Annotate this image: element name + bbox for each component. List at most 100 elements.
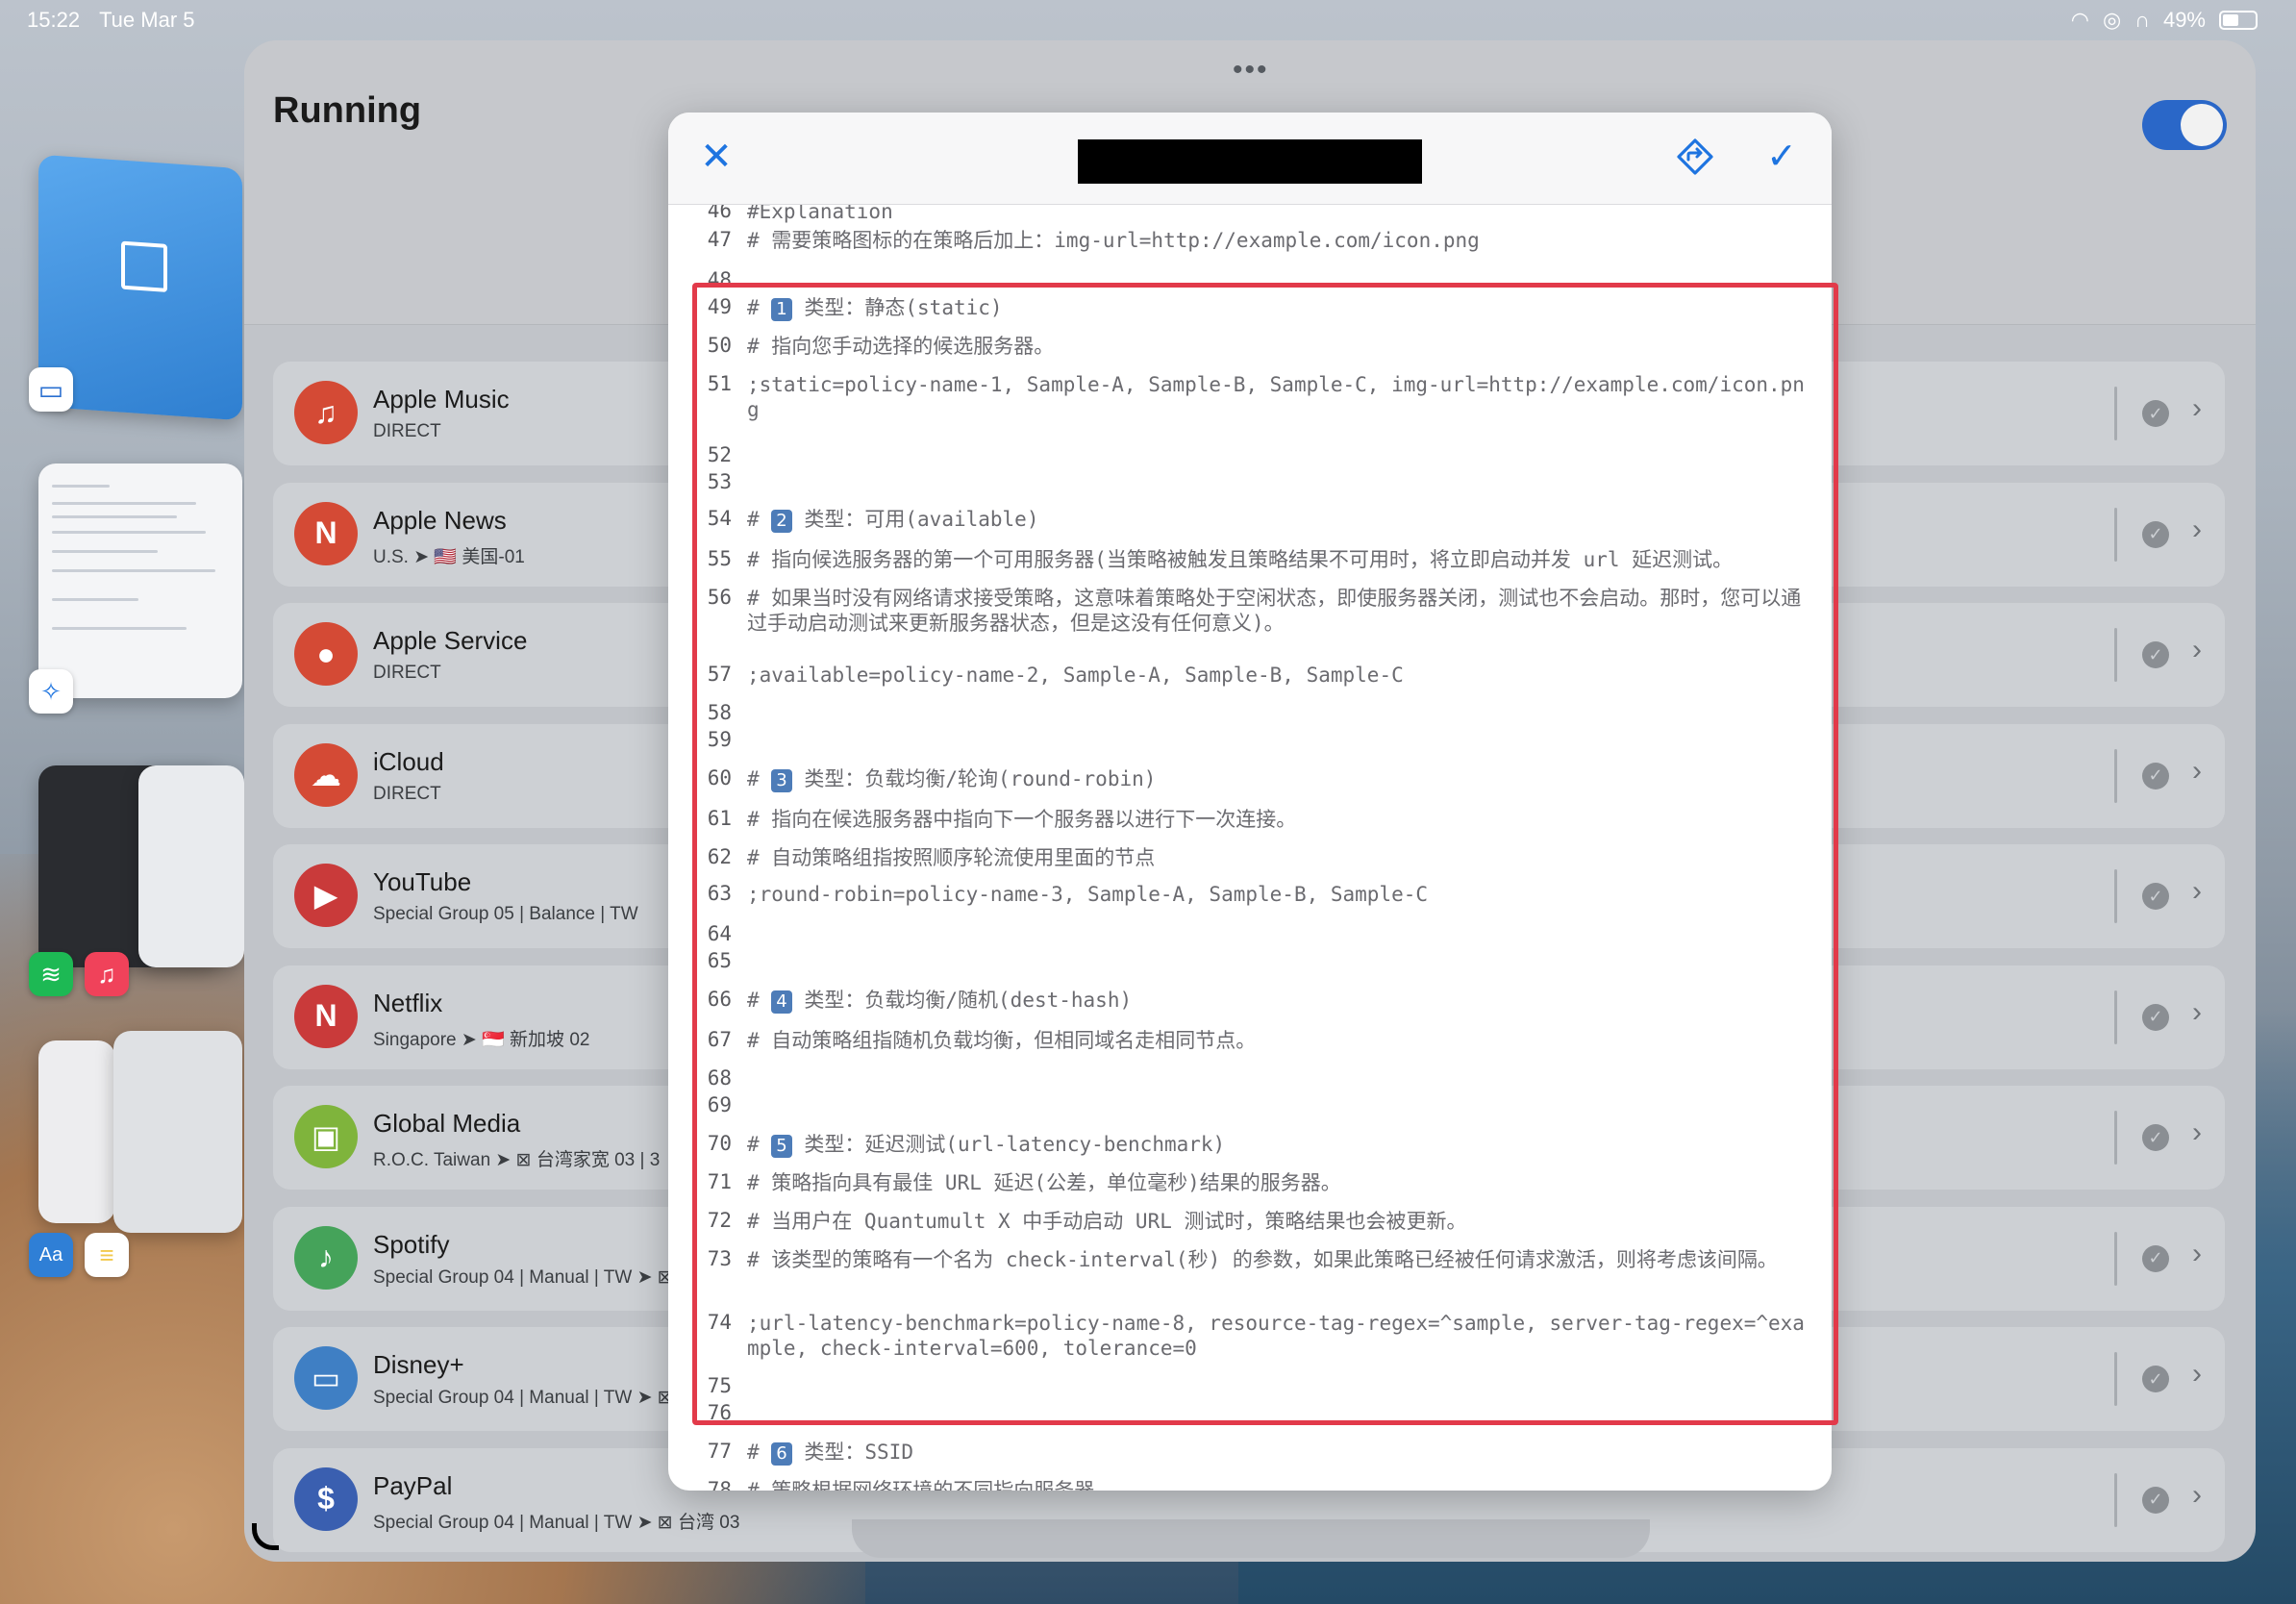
policy-selection: Singapore ➤ 🇸🇬 新加坡 02 xyxy=(373,1029,590,1050)
policy-selection: Special Group 05 | Balance | TW xyxy=(373,904,638,924)
line-number: 78 xyxy=(707,1478,732,1491)
policy-selection: Special Group 04 | Manual | TW ➤ ⊠ xyxy=(373,1266,673,1288)
latency-check-icon[interactable]: ✓ xyxy=(2142,641,2169,668)
headphones-icon: ∩ xyxy=(2134,8,2150,32)
format-icon[interactable] xyxy=(1676,138,1714,176)
policy-selection: U.S. ➤ 🇺🇸 美国-01 xyxy=(373,546,525,567)
comment-text: 类型：可用(available) xyxy=(791,508,1039,531)
news-icon: N xyxy=(294,501,358,565)
latency-check-icon[interactable]: ✓ xyxy=(2142,520,2169,548)
number-badge-icon: 3 xyxy=(771,769,792,792)
media-icon: ▣ xyxy=(294,1105,358,1168)
code-text: ;static=policy-name-1, Sample-A, Sample-… xyxy=(747,373,1805,421)
row-divider xyxy=(2114,1352,2117,1406)
chevron-right-icon[interactable]: › xyxy=(2192,875,2202,908)
latency-check-icon[interactable]: ✓ xyxy=(2142,1244,2169,1272)
multitask-dots[interactable]: ••• xyxy=(1233,54,1269,87)
spotify-icon[interactable]: ≋ xyxy=(29,952,73,996)
line-number: 58 xyxy=(707,701,732,724)
dollar-icon: $ xyxy=(294,1466,358,1531)
code-text: # 指向您手动选择的候选服务器。 xyxy=(747,335,1055,358)
code-editor[interactable]: 46 #Explanation 47 # 需要策略图标的在策略后加上：img-url=… xyxy=(668,199,1832,1491)
switcher-card-dictionary[interactable] xyxy=(38,1040,115,1223)
latency-check-icon[interactable]: ✓ xyxy=(2142,1124,2169,1151)
line-number: 62 xyxy=(707,845,732,868)
policy-selection: DIRECT xyxy=(373,663,441,683)
line-number: 59 xyxy=(707,728,732,751)
latency-check-icon[interactable]: ✓ xyxy=(2142,1003,2169,1031)
policy-name: Global Media xyxy=(373,1109,521,1138)
policy-selection: DIRECT xyxy=(373,783,441,804)
music-app-icon[interactable]: ♫ xyxy=(85,952,129,996)
policy-name: Apple News xyxy=(373,505,507,535)
remote-desktop-app-icon[interactable]: ▭ xyxy=(29,367,73,412)
line-number: 56 xyxy=(707,586,732,609)
chevron-right-icon[interactable]: › xyxy=(2192,996,2202,1029)
running-toggle[interactable] xyxy=(2142,100,2227,150)
line-number: 51 xyxy=(707,372,732,395)
battery-percent: 49% xyxy=(2162,8,2206,32)
policy-selection: Special Group 04 | Manual | TW ➤ ⊠ 台湾 03 xyxy=(373,1512,740,1533)
config-editor-modal: ✕ ✓ 46 #Explanation 47 # 需要策略图标的在策略后加上：img-… xyxy=(668,113,1832,1491)
row-divider xyxy=(2114,628,2117,682)
tv-icon: ▭ xyxy=(294,1346,358,1410)
line-number: 52 xyxy=(707,443,732,466)
comment-text: 类型：SSID xyxy=(791,1441,913,1464)
editor-toolbar: ✕ ✓ xyxy=(668,113,1832,205)
page-title: Running xyxy=(273,90,422,131)
latency-check-icon[interactable]: ✓ xyxy=(2142,1486,2169,1514)
switcher-card-music[interactable] xyxy=(138,765,244,967)
chevron-right-icon[interactable]: › xyxy=(2192,634,2202,666)
latency-check-icon[interactable]: ✓ xyxy=(2142,762,2169,789)
toggle-knob xyxy=(2181,104,2223,146)
code-text: # 指向候选服务器的第一个可用服务器(当策略被触发且策略结果不可用时，将立即启动… xyxy=(747,548,1734,571)
policy-name: Apple Music xyxy=(373,385,510,414)
chevron-right-icon[interactable]: › xyxy=(2192,392,2202,425)
status-date: Tue Mar 5 xyxy=(99,8,195,32)
chevron-right-icon[interactable]: › xyxy=(2192,1116,2202,1149)
code-text: # 如果当时没有网络请求接受策略，这意味着策略处于空闲状态，即使服务器关闭，测试… xyxy=(747,587,1802,635)
comment-prefix: # xyxy=(747,1133,772,1156)
policy-name: iCloud xyxy=(373,746,444,776)
chevron-right-icon[interactable]: › xyxy=(2192,514,2202,546)
line-number: 77 xyxy=(707,1440,732,1463)
music-icon: ♪ xyxy=(294,1225,358,1290)
latency-check-icon[interactable]: ✓ xyxy=(2142,883,2169,910)
comment-text: 类型：负载均衡/轮询(round-robin) xyxy=(791,767,1157,790)
line-number: 60 xyxy=(707,766,732,789)
policy-name: PayPal xyxy=(373,1470,453,1500)
code-text: # 策略根据网络环境的不同指向服务器。 xyxy=(747,1479,1115,1491)
play-icon: ▶ xyxy=(294,864,358,927)
line-number: 76 xyxy=(707,1401,732,1424)
line-number: 72 xyxy=(707,1209,732,1232)
chevron-right-icon[interactable]: › xyxy=(2192,1238,2202,1270)
code-text: # 当用户在 Quantumult X 中手动启动 URL 测试时，策略结果也会… xyxy=(747,1210,1467,1233)
comment-text: 类型：延迟测试(url-latency-benchmark) xyxy=(791,1133,1226,1156)
line-number: 47 xyxy=(707,228,732,251)
dictionary-icon[interactable]: Aa xyxy=(29,1233,73,1277)
latency-check-icon[interactable]: ✓ xyxy=(2142,400,2169,427)
battery-icon xyxy=(2219,11,2258,30)
line-number: 71 xyxy=(707,1170,732,1193)
latency-check-icon[interactable]: ✓ xyxy=(2142,1366,2169,1392)
code-text: ;available=policy-name-2, Sample-A, Samp… xyxy=(747,664,1404,687)
line-number: 50 xyxy=(707,334,732,357)
policy-name: Apple Service xyxy=(373,626,528,655)
switcher-card-browser[interactable] xyxy=(38,464,242,698)
code-text: # 自动策略组指按照顺序轮流使用里面的节点 xyxy=(747,846,1156,869)
music-note-icon: ♫ xyxy=(294,381,358,444)
switcher-card-notes[interactable] xyxy=(113,1031,242,1233)
chevron-right-icon[interactable]: › xyxy=(2192,755,2202,788)
number-badge-icon: 1 xyxy=(771,298,792,321)
line-number: 49 xyxy=(707,295,732,318)
chevron-right-icon[interactable]: › xyxy=(2192,1479,2202,1512)
line-number: 74 xyxy=(707,1311,732,1334)
close-button[interactable]: ✕ xyxy=(693,134,739,180)
line-number: 69 xyxy=(707,1093,732,1116)
confirm-button[interactable]: ✓ xyxy=(1759,134,1805,180)
safari-icon[interactable]: ✧ xyxy=(29,669,73,714)
code-text: # 自动策略组指随机负载均衡，但相同域名走相同节点。 xyxy=(747,1029,1257,1052)
code-text: # 策略指向具有最佳 URL 延迟(公差，单位毫秒)结果的服务器。 xyxy=(747,1171,1341,1194)
chevron-right-icon[interactable]: › xyxy=(2192,1358,2202,1391)
notes-icon[interactable]: ≡ xyxy=(85,1233,129,1277)
